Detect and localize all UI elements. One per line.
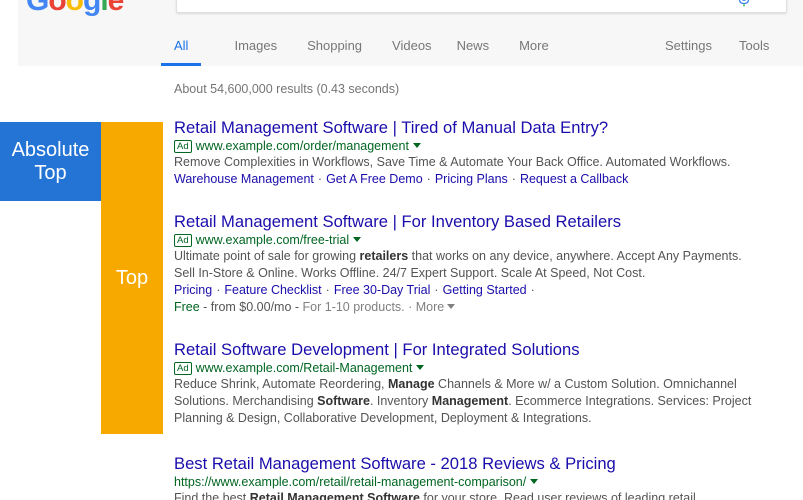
sitelink[interactable]: Request a Callback (520, 172, 628, 186)
tab-videos[interactable]: Videos (392, 24, 432, 66)
result-title-link[interactable]: Best Retail Management Software - 2018 R… (174, 454, 774, 474)
sitelinks: Pricing · Feature Checklist · Free 30-Day Tr… (174, 283, 535, 297)
logo-letter: g (83, 0, 101, 17)
top-band: Top (101, 122, 163, 434)
logo-letter: G (26, 0, 49, 17)
band-label-line: Top (34, 161, 67, 184)
caret-down-icon[interactable] (412, 143, 421, 148)
tab-all[interactable]: All (160, 24, 203, 66)
google-logo[interactable]: Google (26, 0, 125, 17)
result-url: Ad www.example.com/order/management (174, 138, 774, 154)
sitelink[interactable]: Feature Checklist (224, 283, 321, 297)
tab-more[interactable]: More (519, 24, 549, 66)
result-url: Ad www.example.com/free-trial (174, 232, 774, 248)
result-url: Ad www.example.com/Retail-Management (174, 360, 774, 376)
absolute-top-band: Absolute Top (0, 122, 101, 201)
result-description: Remove Complexities in Workflows, Save T… (174, 155, 731, 169)
result-stats: About 54,600,000 results (0.43 seconds) (174, 82, 400, 96)
result-title-link[interactable]: Retail Management Software | Tired of Ma… (174, 118, 774, 138)
ad-result: Retail Management Software | Tired of Ma… (174, 118, 774, 188)
logo-letter: l (100, 0, 108, 17)
ad-badge: Ad (174, 234, 192, 247)
tab-news[interactable]: News (457, 24, 490, 66)
result-description: Find the best Retail Management Software… (174, 491, 696, 500)
result-description: Reduce Shrink, Automate Reordering, Mana… (174, 377, 752, 425)
caret-down-icon[interactable] (353, 237, 362, 242)
result-url: https://www.example.com/retail/retail-ma… (174, 474, 774, 490)
result-description: Ultimate point of sale for growing retai… (174, 249, 742, 280)
caret-down-icon[interactable] (416, 365, 425, 370)
sitelink[interactable]: Get A Free Demo (326, 172, 423, 186)
logo-letter: o (48, 0, 66, 17)
microphone-icon[interactable] (738, 0, 750, 7)
sitelink[interactable]: Warehouse Management (174, 172, 314, 186)
sitelinks: Warehouse Management · Get A Free Demo · Pri… (174, 172, 629, 186)
ad-badge: Ad (174, 362, 192, 375)
band-label: Top (115, 266, 149, 289)
band-label-line: Absolute (11, 138, 90, 161)
sitelink[interactable]: Pricing Plans (435, 172, 508, 186)
display-url: https://www.example.com/retail/retail-ma… (174, 475, 527, 489)
sitelink[interactable]: Getting Started (443, 283, 527, 297)
display-url: www.example.com/order/management (195, 139, 409, 153)
caret-down-icon[interactable] (530, 479, 539, 484)
result-title-link[interactable]: Retail Software Development | For Integr… (174, 340, 774, 360)
logo-letter: o (65, 0, 84, 17)
search-tools: Settings Tools (665, 38, 796, 53)
tab-images[interactable]: Images (234, 24, 277, 66)
result-title-link[interactable]: Retail Management Software | For Invento… (174, 212, 774, 232)
sitelink[interactable]: Free 30-Day Trial (334, 283, 431, 297)
price-label[interactable]: Free (174, 300, 200, 314)
tab-shopping[interactable]: Shopping (307, 24, 362, 66)
sitelink[interactable]: Pricing (174, 283, 212, 297)
search-tabs: All Images Shopping Videos News More (160, 24, 564, 66)
ad-badge: Ad (174, 140, 192, 153)
header-band: Google All Images Shopping Videos News M… (18, 0, 803, 66)
tab-settings[interactable]: Settings (665, 38, 712, 53)
search-input[interactable] (176, 0, 787, 13)
organic-result: Best Retail Management Software - 2018 R… (174, 454, 774, 500)
tab-tools[interactable]: Tools (739, 38, 769, 53)
caret-down-icon[interactable] (447, 304, 456, 309)
ad-result: Retail Software Development | For Integr… (174, 340, 774, 427)
display-url: www.example.com/free-trial (195, 233, 350, 247)
ad-result: Retail Management Software | For Invento… (174, 212, 774, 316)
price-extension: Free - from $0.00/mo - For 1-10 products… (174, 299, 774, 316)
more-link[interactable]: More (416, 300, 444, 314)
logo-letter: e (107, 0, 125, 17)
display-url: www.example.com/Retail-Management (195, 361, 413, 375)
